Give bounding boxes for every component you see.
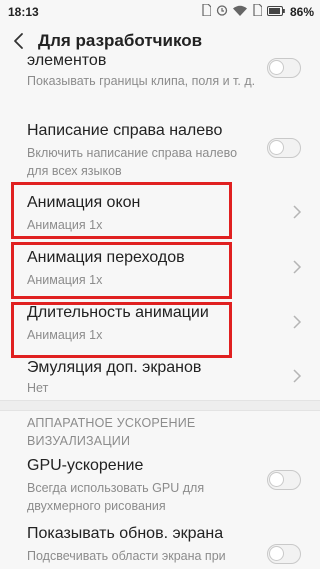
status-icons: 86% [201,3,314,19]
chevron-right-icon [292,205,302,219]
setting-title: Написание справа налево [27,122,223,139]
setting-show-surface-updates[interactable]: Показывать обнов. экрана Подсвечивать об… [0,521,320,569]
setting-subtitle: Подсвечивать области экрана при [27,549,226,563]
page-title: Для разработчиков [38,31,203,50]
section-header-hw-accel: АППАРАТНОЕ УСКОРЕНИЕ ВИЗУАЛИЗАЦИИ [27,416,196,448]
rtl-toggle[interactable] [267,138,301,158]
chevron-right-icon [292,260,302,274]
setting-title: элементов [27,56,107,69]
back-arrow-icon[interactable] [10,30,30,52]
setting-force-rtl[interactable]: Написание справа налево Включить написан… [0,122,320,186]
toolbar: Для разработчиков [0,24,320,60]
setting-subtitle: Показывать границы клипа, поля и т. д. [27,74,256,88]
setting-title: GPU-ускорение [27,457,144,474]
highlight-box-animator-duration [11,302,232,358]
chevron-right-icon [292,369,302,383]
wifi-icon [232,5,247,19]
layout-bounds-toggle[interactable] [267,58,301,78]
gpu-toggle[interactable] [267,470,301,490]
chevron-right-icon [292,315,302,329]
battery-percent: 86% [289,4,314,19]
setting-subtitle: Всегда использовать GPU для двухмерного … [27,481,205,513]
surface-updates-toggle[interactable] [267,544,301,564]
sim-icon [201,3,212,19]
setting-gpu-rendering[interactable]: GPU-ускорение Всегда использовать GPU дл… [0,453,320,519]
section-divider [0,400,320,411]
highlight-box-transition-animation [11,242,232,299]
setting-secondary-displays[interactable]: Эмуляция доп. экранов Нет [0,353,320,399]
setting-title: Эмуляция доп. экранов [27,359,202,376]
battery-icon [266,5,285,19]
alarm-icon [216,4,228,19]
setting-subtitle: Включить написание справа налево для все… [27,146,238,178]
highlight-box-window-animation [11,182,232,239]
setting-title: Показывать обнов. экрана [27,525,224,542]
status-time: 18:13 [8,5,39,19]
setting-subtitle: Нет [27,381,49,395]
sim-card-icon [252,3,263,19]
status-bar: 18:13 86% [0,0,320,24]
setting-show-layout-bounds[interactable]: элементов Показывать границы клипа, поля… [0,56,320,114]
